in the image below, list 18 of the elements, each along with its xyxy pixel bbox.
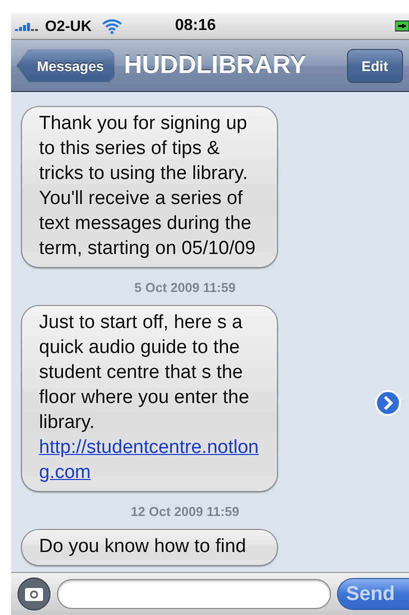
back-button[interactable]: Messages — [17, 50, 114, 82]
camera-icon[interactable] — [17, 577, 51, 611]
message-link[interactable]: http://studentcentre.notlong.com — [39, 435, 263, 485]
edit-button[interactable]: Edit — [346, 48, 403, 82]
send-button[interactable]: Send — [337, 578, 409, 610]
conversation-title: HUDDLIBRARY — [124, 51, 308, 80]
message-input[interactable] — [57, 579, 331, 609]
message-bubble: Just to start off, here s a quick audio guide to the student centre that s the floor where you enter the library. http://studentcentre.notlong.com — [21, 305, 278, 492]
wifi-icon — [102, 18, 122, 34]
chevron-icon[interactable] — [375, 390, 401, 416]
carrier-name: O2-UK — [45, 18, 92, 34]
battery-icon — [395, 20, 409, 32]
message-timestamp: 12 Oct 2009 11:59 — [130, 504, 240, 519]
message-timestamp: 5 Oct 2009 11:59 — [134, 280, 236, 295]
signal-icon — [15, 21, 41, 31]
clock-time: 08:16 — [175, 17, 217, 35]
message-bubble: Thank you for signing up to this series of tips & tricks to using the library. You'll receive a series of text messages during the term, starting on 05/10/09 — [21, 106, 278, 268]
message-bubble: Do you know how to find — [21, 529, 278, 566]
